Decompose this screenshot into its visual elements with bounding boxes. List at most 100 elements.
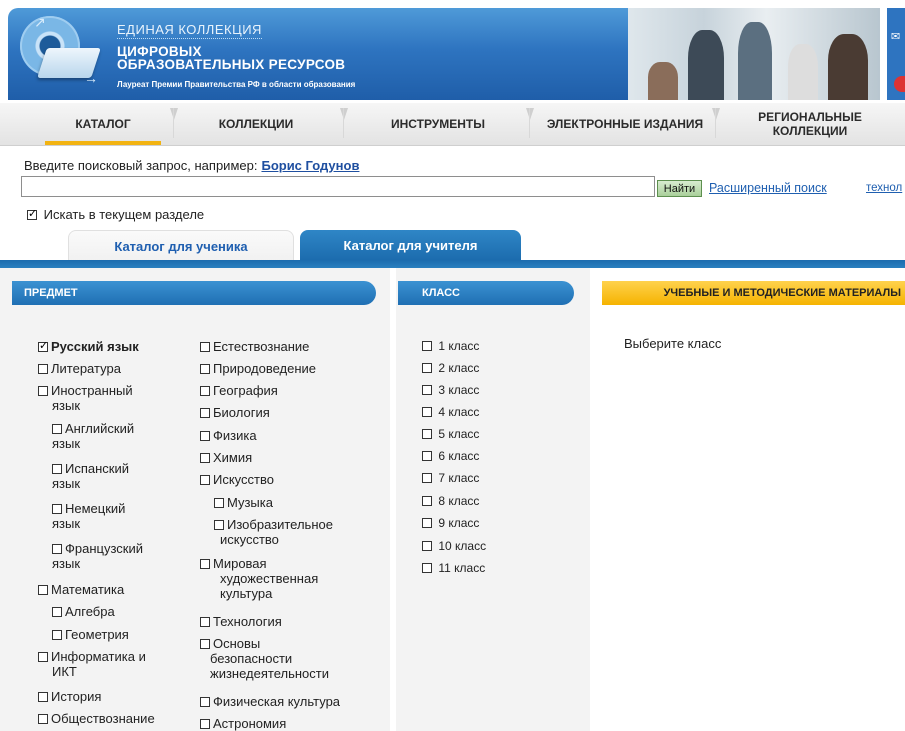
- tab-teacher-catalog[interactable]: Каталог для учителя: [300, 230, 521, 260]
- class-item-5[interactable]: 5 класс: [422, 427, 479, 442]
- subject-foreign-language[interactable]: Иностранный язык: [38, 383, 133, 413]
- nav-collections[interactable]: КОЛЛЕКЦИИ: [186, 103, 326, 145]
- subject-art[interactable]: Искусство: [200, 472, 274, 487]
- subject-literature[interactable]: Литература: [38, 361, 121, 376]
- subject-checkbox[interactable]: [38, 692, 48, 702]
- advanced-search-link[interactable]: Расширенный поиск: [709, 181, 827, 195]
- subject-checkbox[interactable]: [200, 475, 210, 485]
- subject-checkbox[interactable]: [214, 520, 224, 530]
- technology-link[interactable]: технол: [866, 182, 902, 194]
- class-checkbox[interactable]: [422, 473, 432, 483]
- subject-physical-education[interactable]: Физическая культура: [200, 694, 340, 709]
- subject-checkbox[interactable]: [200, 719, 210, 729]
- subject-checkbox[interactable]: [52, 607, 62, 617]
- subject-english[interactable]: Английский язык: [52, 421, 134, 451]
- subject-life-safety[interactable]: Основы безопасности жизнедеятельности: [200, 636, 329, 681]
- subject-checkbox[interactable]: [200, 342, 210, 352]
- subject-checkbox[interactable]: [52, 544, 62, 554]
- class-checkbox[interactable]: [422, 363, 432, 373]
- subject-checkbox[interactable]: [52, 424, 62, 434]
- subject-checkbox[interactable]: [38, 339, 48, 354]
- subject-fine-art[interactable]: Изобразительное искусство: [214, 517, 333, 547]
- subject-french[interactable]: Французский язык: [52, 541, 143, 571]
- subject-checkbox[interactable]: [200, 639, 210, 649]
- subject-checkbox[interactable]: [200, 364, 210, 374]
- collection-logo[interactable]: ↗ →: [20, 14, 104, 92]
- class-item-11[interactable]: 11 класс: [422, 561, 485, 576]
- search-example-link[interactable]: Борис Годунов: [261, 158, 359, 173]
- subject-biology[interactable]: Биология: [200, 405, 270, 420]
- class-checkbox[interactable]: [422, 541, 432, 551]
- subject-checkbox[interactable]: [38, 652, 48, 662]
- subject-algebra[interactable]: Алгебра: [52, 604, 115, 619]
- subject-checkbox[interactable]: [38, 386, 48, 396]
- nav-tools[interactable]: ИНСТРУМЕНТЫ: [368, 103, 508, 145]
- subject-natural-science[interactable]: Естествознание: [200, 339, 309, 354]
- subject-checkbox[interactable]: [200, 386, 210, 396]
- class-checkbox[interactable]: [422, 518, 432, 528]
- nav-regional-collections[interactable]: РЕГИОНАЛЬНЫЕ КОЛЛЕКЦИИ: [740, 103, 880, 145]
- nav-collections-label: КОЛЛЕКЦИИ: [218, 117, 294, 131]
- subject-checkbox[interactable]: [200, 453, 210, 463]
- site-title-line1: ЕДИНАЯ КОЛЛЕКЦИЯ: [117, 22, 262, 39]
- subject-header: ПРЕДМЕТ: [12, 281, 376, 305]
- subject-german[interactable]: Немецкий язык: [52, 501, 125, 531]
- class-item-10[interactable]: 10 класс: [422, 539, 486, 554]
- class-checkbox[interactable]: [422, 496, 432, 506]
- search-input[interactable]: [21, 176, 655, 197]
- class-checkbox[interactable]: [422, 451, 432, 461]
- subject-physics[interactable]: Физика: [200, 428, 257, 443]
- class-item-3[interactable]: 3 класс: [422, 383, 479, 398]
- subject-checkbox[interactable]: [214, 498, 224, 508]
- subject-label: Физическая культура: [213, 694, 341, 709]
- subject-astronomy[interactable]: Астрономия: [200, 716, 286, 731]
- subject-checkbox[interactable]: [52, 464, 62, 474]
- subject-geography[interactable]: География: [200, 383, 278, 398]
- subject-checkbox[interactable]: [200, 697, 210, 707]
- subject-checkbox[interactable]: [200, 559, 210, 569]
- class-item-1[interactable]: 1 класс: [422, 339, 479, 354]
- subject-label: История: [51, 689, 102, 704]
- subject-checkbox[interactable]: [52, 504, 62, 514]
- class-checkbox[interactable]: [422, 563, 432, 573]
- nav-separator: [170, 108, 178, 138]
- class-item-4[interactable]: 4 класс: [422, 405, 479, 420]
- class-item-8[interactable]: 8 класс: [422, 494, 479, 509]
- subject-informatics[interactable]: Информатика и ИКТ: [38, 649, 146, 679]
- subject-world-art-culture[interactable]: Мировая художественная культура: [200, 556, 318, 601]
- subject-history[interactable]: История: [38, 689, 101, 704]
- nav-catalog[interactable]: КАТАЛОГ: [33, 103, 173, 145]
- class-checkbox[interactable]: [422, 407, 432, 417]
- subject-checkbox[interactable]: [200, 617, 210, 627]
- class-checkbox[interactable]: [422, 385, 432, 395]
- class-checkbox[interactable]: [422, 429, 432, 439]
- subject-nature-study[interactable]: Природоведение: [200, 361, 316, 376]
- nav-e-publications[interactable]: ЭЛЕКТРОННЫЕ ИЗДАНИЯ: [537, 103, 713, 145]
- subject-social-studies[interactable]: Обществознание: [38, 711, 155, 726]
- subject-geometry[interactable]: Геометрия: [52, 627, 129, 642]
- subject-checkbox[interactable]: [200, 408, 210, 418]
- class-item-2[interactable]: 2 класс: [422, 361, 479, 376]
- subject-checkbox[interactable]: [38, 585, 48, 595]
- subject-label: Немецкий: [65, 501, 126, 516]
- class-item-6[interactable]: 6 класс: [422, 449, 479, 464]
- subject-music[interactable]: Музыка: [214, 495, 273, 510]
- subject-checkbox[interactable]: [200, 431, 210, 441]
- subject-russian[interactable]: Русский язык: [38, 339, 139, 354]
- subject-technology[interactable]: Технология: [200, 614, 282, 629]
- subject-checkbox[interactable]: [38, 364, 48, 374]
- class-item-7[interactable]: 7 класс: [422, 471, 479, 486]
- class-item-9[interactable]: 9 класс: [422, 516, 479, 531]
- class-label: 7 класс: [438, 471, 480, 485]
- search-scope-checkbox[interactable]: [27, 207, 37, 220]
- header-side-button[interactable]: [894, 76, 905, 92]
- subject-chemistry[interactable]: Химия: [200, 450, 252, 465]
- tab-student-catalog[interactable]: Каталог для ученика: [68, 230, 294, 261]
- subject-mathematics[interactable]: Математика: [38, 582, 124, 597]
- subject-spanish[interactable]: Испанский язык: [52, 461, 129, 491]
- search-button[interactable]: Найти: [657, 180, 702, 197]
- subject-checkbox[interactable]: [38, 714, 48, 724]
- mail-icon[interactable]: ✉: [891, 30, 900, 43]
- class-checkbox[interactable]: [422, 341, 432, 351]
- subject-checkbox[interactable]: [52, 630, 62, 640]
